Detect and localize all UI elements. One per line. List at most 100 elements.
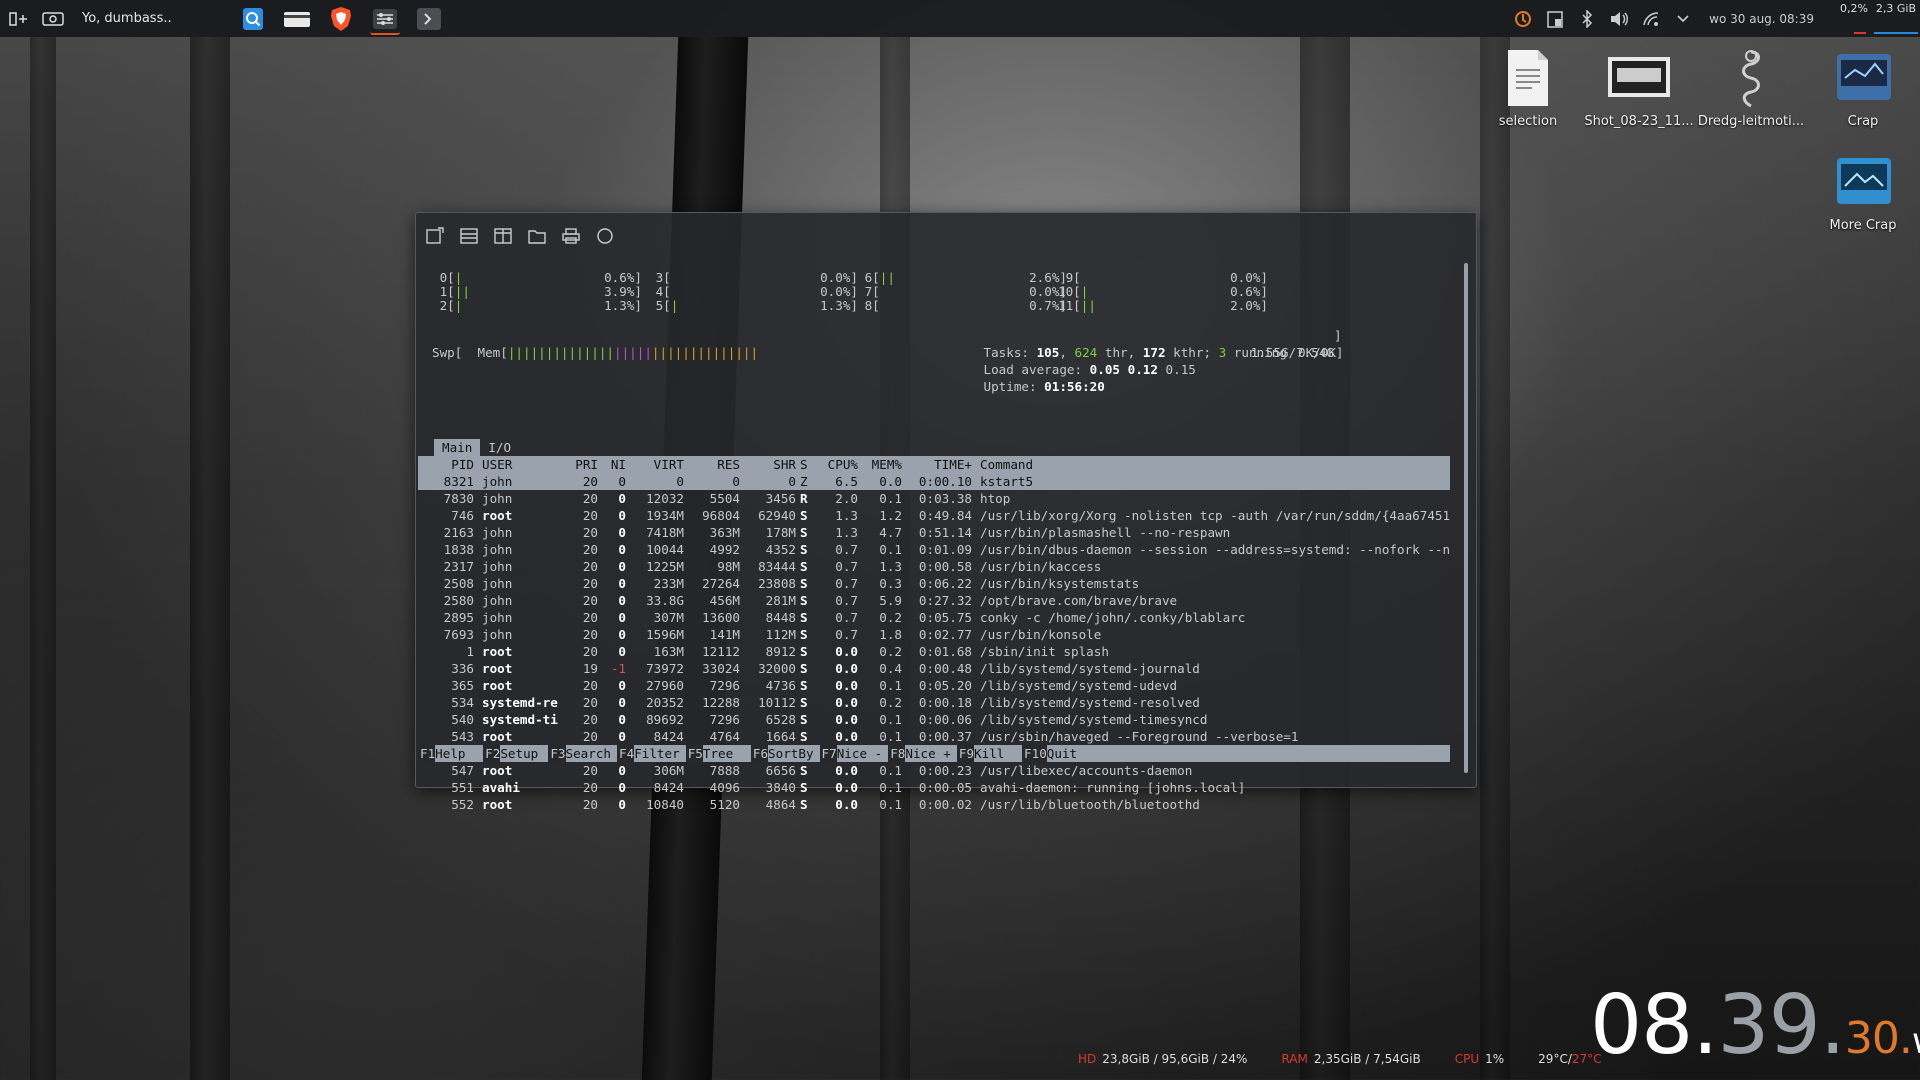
- print-button[interactable]: [560, 225, 582, 247]
- table-row[interactable]: 540 systemd-ti 20 0 89692 7296 6528 S 0.0 0.1 0:00…: [418, 711, 1450, 728]
- active-window-title: Yo, dumbass..: [82, 11, 172, 26]
- desktop-icon-more-crap[interactable]: More Crap: [1808, 152, 1918, 233]
- table-row[interactable]: 543 root 20 0 8424 4764 1664 S 0.0 0.1 0:00.37/usr…: [418, 728, 1450, 745]
- fkey-nice[interactable]: F7 Nice -: [819, 745, 889, 762]
- fkey-filter[interactable]: F4 Filter: [617, 745, 686, 762]
- column-header-ni[interactable]: NI: [602, 456, 626, 473]
- htop-terminal[interactable]: 0[| 0.6%] 1[|| 3.9%] 2[| 1.3%] 3[0.0%] 4[0.…: [418, 259, 1450, 812]
- task-konsole[interactable]: [414, 4, 444, 33]
- tab-main[interactable]: Main: [434, 439, 481, 456]
- table-row[interactable]: 2580 john 20 0 33.8G 456M 281M S 0.7 5.9 0:27.32/o…: [418, 592, 1450, 609]
- cell-pid: 7693: [443, 627, 474, 642]
- terminal-scrollbar[interactable]: [1464, 263, 1468, 773]
- table-row[interactable]: 746 root 20 0 1934M 96804 62940 S 1.3 1.2 0:49.84 /…: [418, 507, 1450, 524]
- cell-cmd: /usr/bin/konsole: [980, 627, 1102, 642]
- desktop-icon-dredg[interactable]: Dredg-leitmoti...: [1696, 48, 1806, 129]
- table-row[interactable]: 1 root 20 0 163M 12112 8912 S 0.0 0.2 0:01.68/sbin…: [418, 643, 1450, 660]
- cell-pri: 20: [582, 712, 598, 727]
- column-header-cpu[interactable]: CPU%: [814, 456, 858, 473]
- table-row[interactable]: 551 avahi 20 0 8424 4096 3840 S 0.0 0.1 0:00.05 ava…: [418, 779, 1450, 796]
- column-header-shr[interactable]: SHR: [744, 456, 796, 473]
- cell-cpu: 0.7: [835, 627, 858, 642]
- table-row[interactable]: 552 root 20 0 10840 5120 4864 S 0.0 0.1 0:00.02/us…: [418, 796, 1450, 813]
- cell-cpu: 0.0: [835, 729, 858, 744]
- monitor-activity-button[interactable]: [594, 225, 616, 247]
- column-header-time[interactable]: TIME+: [904, 456, 972, 473]
- fkey-nice[interactable]: F8 Nice +: [888, 745, 957, 762]
- column-header-user[interactable]: USER: [482, 456, 566, 473]
- tab-io[interactable]: I/O: [480, 439, 519, 456]
- cell-time: 0:00.37: [918, 729, 972, 744]
- fkey-quit[interactable]: F10 Quit: [1022, 745, 1095, 762]
- desktop-icon-screenshot[interactable]: Shot_08-23_11...: [1584, 48, 1694, 129]
- clipboard-icon[interactable]: [1544, 8, 1566, 30]
- table-row[interactable]: 2895 john 20 0 307M 13600 8448 S 0.7 0.2 0:05.75 co…: [418, 609, 1450, 626]
- cell-virt: 8424: [653, 729, 684, 744]
- cpu-load-meter[interactable]: 0,2%: [1824, 0, 1872, 37]
- table-row[interactable]: 7830 john 20 0 12032 5504 3456 R 2.0 0.1 0:03.38 ht…: [418, 490, 1450, 507]
- cell-cpu: 0.0: [835, 695, 858, 710]
- ram-label: RAM: [1281, 1052, 1308, 1066]
- table-row[interactable]: 534 systemd-re 20 0 20352 12288 10112 S 0.0 0.2 0:…: [418, 694, 1450, 711]
- desktop-icon-crap[interactable]: Crap: [1808, 48, 1918, 129]
- fkey-search[interactable]: F3 Search: [548, 745, 618, 762]
- cell-virt: 33.8G: [646, 593, 684, 608]
- update-notifier-icon[interactable]: [1512, 8, 1534, 30]
- cell-pri: 20: [582, 695, 598, 710]
- cell-pri: 20: [582, 678, 598, 693]
- column-header-pri[interactable]: PRI: [568, 456, 598, 473]
- task-settings[interactable]: [370, 4, 400, 35]
- cell-pri: 20: [582, 763, 598, 778]
- table-row[interactable]: 7693 john 20 0 1596M 141M 112M S 0.7 1.8 0:02.77/u…: [418, 626, 1450, 643]
- fkey-kill[interactable]: F9 Kill: [956, 745, 1023, 762]
- fkey-help[interactable]: F1 Help: [418, 745, 484, 762]
- cell-shr: 8912: [765, 644, 796, 659]
- cell-pri: 20: [582, 610, 598, 625]
- table-row[interactable]: 547 root 20 0 306M 7888 6656 S 0.0 0.1 0:00.23/usr…: [418, 762, 1450, 779]
- panel-clock[interactable]: wo 30 aug. 08:39: [1709, 12, 1814, 26]
- column-header-res[interactable]: RES: [688, 456, 740, 473]
- split-horizontal-button[interactable]: [458, 225, 480, 247]
- cell-ni: 0: [618, 559, 626, 574]
- table-row[interactable]: 2508 john 20 0 233M 27264 23808 S 0.7 0.3 0:06.22 /…: [418, 575, 1450, 592]
- chevron-down-icon[interactable]: [1672, 8, 1694, 30]
- open-folder-button[interactable]: [526, 225, 548, 247]
- column-header-virt[interactable]: VIRT: [628, 456, 684, 473]
- table-row[interactable]: 1838 john 20 0 10044 4992 4352 S 0.7 0.1 0:01.09/u…: [418, 541, 1450, 558]
- cell-res: 13600: [702, 610, 740, 625]
- column-header-cmd[interactable]: Command: [980, 456, 1450, 473]
- table-row[interactable]: 2317 john 20 0 1225M 98M 83444 S 0.7 1.3 0:00.58/u…: [418, 558, 1450, 575]
- column-header-s[interactable]: S: [800, 456, 812, 473]
- fkey-tree[interactable]: F5 Tree: [685, 745, 751, 762]
- cell-user: root: [482, 797, 513, 812]
- app-launcher-icon[interactable]: [6, 6, 32, 32]
- cell-res: 98M: [717, 559, 740, 574]
- bluetooth-icon[interactable]: [1576, 8, 1598, 30]
- cell-pid: 551: [451, 780, 474, 795]
- column-header-pid[interactable]: PID: [418, 456, 474, 473]
- task-brave[interactable]: [326, 4, 356, 33]
- column-header-mem[interactable]: MEM%: [862, 456, 902, 473]
- cell-cpu: 0.0: [835, 763, 858, 778]
- table-row[interactable]: 365 root 20 0 27960 7296 4736 S 0.0 0.1 0:05.20/li…: [418, 677, 1450, 694]
- split-vertical-button[interactable]: [492, 225, 514, 247]
- desktop-icon-selection[interactable]: selection: [1473, 48, 1583, 129]
- new-tab-button[interactable]: [424, 225, 446, 247]
- cell-shr: 83444: [758, 559, 796, 574]
- task-file-manager[interactable]: [282, 4, 312, 33]
- table-row[interactable]: 2163 john 20 0 7418M 363M 178M S 1.3 4.7 0:51.14/u…: [418, 524, 1450, 541]
- ram-load-meter[interactable]: 2,3 GiB: [1872, 0, 1920, 37]
- cell-mem: 0.1: [879, 542, 902, 557]
- screenshot-icon[interactable]: [40, 6, 66, 32]
- table-row[interactable]: 336 root 19 -1 73972 33024 32000 S 0.0 0.4 0:00.48…: [418, 660, 1450, 677]
- task-search-app[interactable]: [238, 4, 268, 33]
- table-row[interactable]: 8321 john 20 0 0 0 0 Z 6.5 0.0 0:00.10 kstart5: [418, 473, 1450, 490]
- cell-virt: 27960: [646, 678, 684, 693]
- fkey-setup[interactable]: F2 Setup: [483, 745, 549, 762]
- cell-user: root: [482, 763, 513, 778]
- cell-pid: 8321: [443, 474, 474, 489]
- fkey-sortby[interactable]: F6 SortBy: [750, 745, 820, 762]
- volume-icon[interactable]: [1608, 8, 1630, 30]
- network-wifi-icon[interactable]: [1640, 8, 1662, 30]
- cell-time: 0:05.75: [918, 610, 972, 625]
